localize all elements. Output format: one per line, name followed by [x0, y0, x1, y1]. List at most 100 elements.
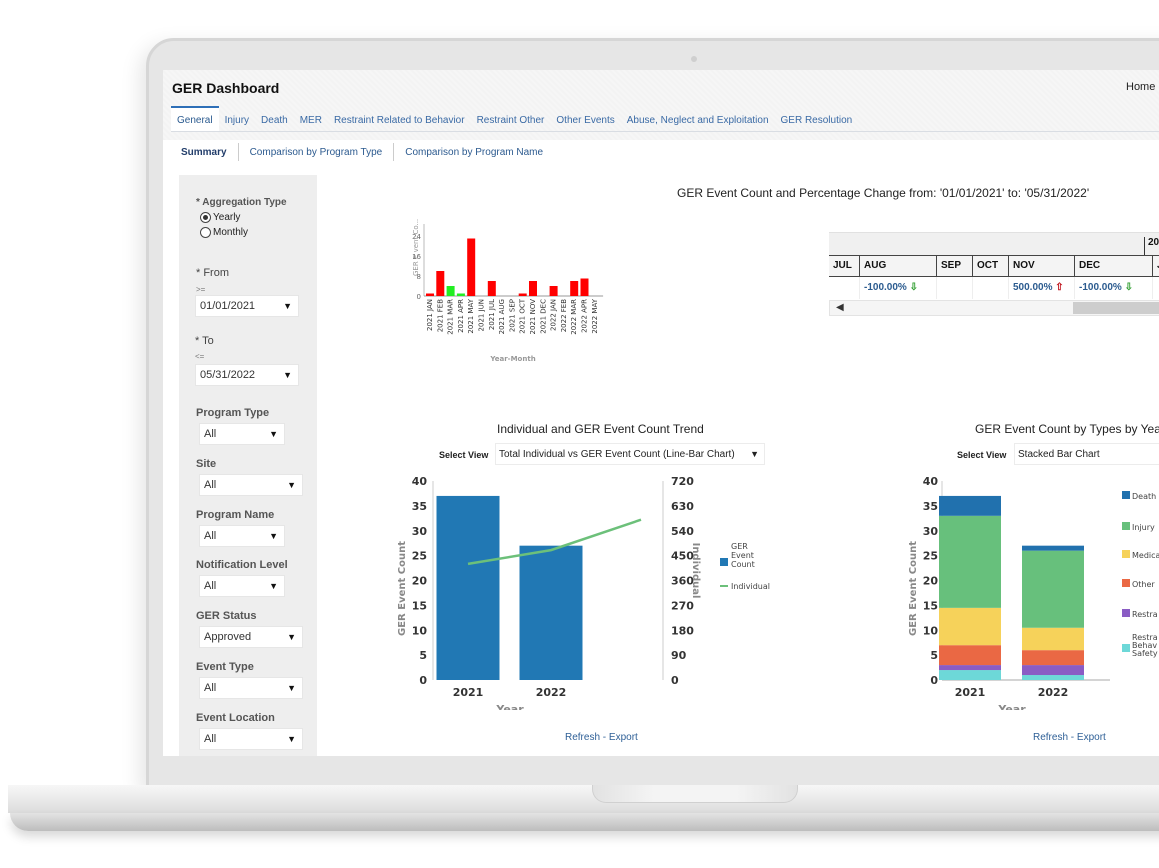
scroll-left-icon[interactable]: ◀ — [836, 302, 844, 313]
dropdown-arrow-icon: ▼ — [750, 449, 759, 459]
tab-injury[interactable]: Injury — [219, 106, 255, 131]
legend-label: Restra — [1132, 610, 1158, 619]
from-date-select[interactable]: 01/01/2021 ▼ — [195, 295, 299, 317]
event-location-select[interactable]: All ▼ — [199, 728, 303, 750]
pct-column-header: NOV — [1009, 256, 1075, 276]
x-tick-label: 2022 MAR — [570, 299, 578, 335]
event-type-select[interactable]: All ▼ — [199, 677, 303, 699]
y-tick-label: 25 — [923, 550, 938, 563]
trend-view-select[interactable]: Total Individual vs GER Event Count (Lin… — [495, 443, 765, 465]
y-tick-label: 0 — [417, 293, 421, 301]
app-header: GER Dashboard Home General Injury Death MER… — [163, 70, 1159, 140]
y2-tick-label: 630 — [671, 500, 694, 513]
program-name-select[interactable]: All ▼ — [199, 525, 285, 547]
aggregation-monthly-radio[interactable]: Monthly — [200, 227, 248, 238]
bar — [549, 286, 558, 296]
legend-swatch — [1122, 550, 1130, 558]
tab-death[interactable]: Death — [255, 106, 294, 131]
legend-label: Safety — [1132, 649, 1158, 658]
dropdown-arrow-icon: ▼ — [269, 531, 278, 541]
pct-value-cell: -100.00% ⇩ — [1075, 277, 1153, 299]
pct-column-header: AUG — [860, 256, 937, 276]
refresh-link[interactable]: Refresh — [565, 732, 600, 743]
from-label: * From — [196, 267, 229, 279]
x-tick-label: 2022 JAN — [550, 299, 558, 331]
home-link[interactable]: Home — [1126, 81, 1155, 93]
legend-swatch-ger-event-count — [720, 558, 728, 566]
subtab-comparison-by-program-name[interactable]: Comparison by Program Name — [394, 147, 554, 158]
scrollbar-thumb[interactable] — [1073, 302, 1159, 314]
screen: GER Dashboard Home General Injury Death MER… — [163, 70, 1159, 756]
site-select[interactable]: All ▼ — [199, 474, 303, 496]
refresh-link[interactable]: Refresh — [1033, 732, 1068, 743]
x-tick-label: 2022 FEB — [560, 299, 568, 332]
notification-level-label: Notification Level — [196, 559, 288, 571]
y-axis-label: GER Event Count — [908, 541, 919, 636]
x-tick-label: 2022 MAY — [591, 298, 599, 333]
pct-change-table: 20 JULAUGSEPOCTNOVDECJA -100.00% ⇩500.00… — [829, 232, 1159, 322]
tab-general[interactable]: General — [171, 106, 219, 131]
x-tick-label: 2022 — [1038, 686, 1069, 699]
tab-abuse-neglect-and-exploitation[interactable]: Abuse, Neglect and Exploitation — [621, 106, 775, 131]
bar — [519, 545, 583, 680]
export-link[interactable]: Export — [1077, 732, 1106, 743]
to-label: * To — [195, 335, 214, 347]
pct-value-text: -100.00% — [864, 282, 907, 293]
pct-value-cell — [937, 277, 973, 299]
bar — [487, 281, 496, 296]
dropdown-arrow-icon: ▼ — [287, 480, 296, 490]
link-separator: - — [600, 732, 609, 743]
y-tick-label: 40 — [923, 475, 939, 488]
tab-other-events[interactable]: Other Events — [550, 106, 620, 131]
y-tick-label: 25 — [412, 550, 427, 563]
table-horizontal-scrollbar[interactable]: ◀ — [829, 300, 1159, 316]
export-link[interactable]: Export — [609, 732, 638, 743]
pct-column-header: JUL — [829, 256, 860, 276]
bar — [436, 495, 500, 680]
x-tick-label: 2021 — [453, 686, 484, 699]
subtab-summary[interactable]: Summary — [171, 147, 238, 158]
radio-selected-icon[interactable] — [200, 212, 211, 223]
pct-value-cell — [1153, 277, 1159, 299]
tab-mer[interactable]: MER — [294, 106, 328, 131]
radio-unselected-icon[interactable] — [200, 227, 211, 238]
legend-label: Death — [1132, 492, 1156, 501]
pct-column-header: SEP — [937, 256, 973, 276]
y-tick-label: 20 — [412, 575, 428, 588]
notification-level-select[interactable]: All ▼ — [199, 575, 285, 597]
types-view-select[interactable]: Stacked Bar Chart — [1014, 443, 1159, 465]
y-axis-label: GER Event Count — [397, 541, 408, 636]
trend-view-value: Total Individual vs GER Event Count (Lin… — [499, 449, 735, 460]
dropdown-arrow-icon: ▼ — [287, 734, 296, 744]
laptop-base — [8, 785, 1159, 813]
dropdown-arrow-icon: ▼ — [283, 301, 292, 311]
x-tick-label: 2022 APR — [581, 299, 589, 333]
pct-year-header-band: 20 — [829, 232, 1159, 256]
pct-value-cell — [973, 277, 1009, 299]
x-axis-label: Year — [997, 703, 1026, 710]
ger-status-select[interactable]: Approved ▼ — [199, 626, 303, 648]
y-tick-label: 15 — [923, 599, 938, 612]
legend-swatch — [1122, 609, 1130, 617]
pct-month-header-row: JULAUGSEPOCTNOVDECJA — [829, 255, 1159, 277]
stacked-segment-restraint — [1022, 665, 1084, 676]
laptop-notch — [592, 785, 798, 803]
tab-restraint-related-to-behavior[interactable]: Restraint Related to Behavior — [328, 106, 471, 131]
pct-value-text: -100.00% — [1079, 282, 1122, 293]
program-name-label: Program Name — [196, 509, 275, 521]
aggregation-yearly-radio[interactable]: Yearly — [200, 212, 240, 223]
monthly-bar-chart: 081624GER E vent Co...2021 JAN 2021 FEB 20… — [412, 219, 604, 363]
x-tick-label: 2021 JAN — [426, 299, 434, 331]
y-tick-label: 0 — [419, 674, 427, 687]
from-operator: >= — [196, 285, 206, 294]
tab-ger-resolution[interactable]: GER Resolution — [775, 106, 859, 131]
subtab-comparison-by-program-type[interactable]: Comparison by Program Type — [239, 147, 394, 158]
summary-report-title: GER Event Count and Percentage Change fr… — [677, 186, 1090, 200]
to-date-select[interactable]: 05/31/2022 ▼ — [195, 364, 299, 386]
tab-restraint-other[interactable]: Restraint Other — [471, 106, 551, 131]
dropdown-arrow-icon: ▼ — [287, 632, 296, 642]
y-tick-label: 30 — [412, 525, 428, 538]
dropdown-arrow-icon: ▼ — [269, 429, 278, 439]
program-type-select[interactable]: All ▼ — [199, 423, 285, 445]
event-type-label: Event Type — [196, 661, 254, 673]
